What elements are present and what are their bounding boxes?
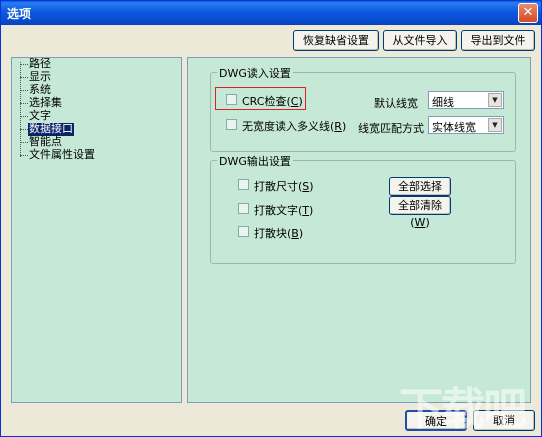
clear-all-button[interactable]: 全部清除(W) <box>389 196 451 229</box>
no-width-polyline-label[interactable]: 无宽度读入多义线(R) <box>242 118 346 134</box>
tree-connector <box>20 116 28 117</box>
explode-text-checkbox[interactable] <box>238 203 249 214</box>
dwg-write-group-title: DWG输出设置 <box>217 153 293 169</box>
explode-dimension-label[interactable]: 打散尺寸(S) <box>254 178 314 194</box>
dwg-read-group-title: DWG读入设置 <box>217 65 293 81</box>
explode-text-label[interactable]: 打散文字(T) <box>254 202 313 218</box>
clear-all-suffix: ) <box>425 216 430 229</box>
no-width-polyline-hotkey: R <box>334 120 342 133</box>
category-tree[interactable]: 路径 显示 系统 选择集 文字 数据接口 智能点 文件属性设置 <box>11 57 182 403</box>
import-from-file-button[interactable]: 从文件导入 <box>383 30 457 51</box>
linewidth-match-select[interactable]: 实体线宽 ▼ <box>428 116 504 134</box>
explode-block-suffix: ) <box>298 227 304 240</box>
explode-dimension-checkbox[interactable] <box>238 179 249 190</box>
tree-connector <box>20 103 28 104</box>
explode-text-text: 打散文字( <box>254 204 303 217</box>
linewidth-match-label: 线宽匹配方式 <box>358 122 424 135</box>
default-linewidth-select[interactable]: 细线 ▼ <box>428 91 504 109</box>
clear-all-hotkey: W <box>414 216 426 229</box>
chevron-down-icon: ▼ <box>488 118 502 132</box>
explode-dimension-suffix: ) <box>309 180 314 193</box>
default-linewidth-value: 细线 <box>432 96 454 109</box>
default-linewidth-label: 默认线宽 <box>374 97 418 110</box>
explode-block-text: 打散块( <box>254 227 292 240</box>
highlight-box <box>215 87 306 110</box>
tree-connector <box>20 77 28 78</box>
explode-text-suffix: ) <box>309 204 314 217</box>
close-icon: ✕ <box>522 5 534 20</box>
export-to-file-button[interactable]: 导出到文件 <box>461 30 535 51</box>
no-width-polyline-checkbox[interactable] <box>226 119 237 130</box>
chevron-down-icon: ▼ <box>488 93 502 107</box>
title-bar[interactable]: 选项 ✕ <box>1 1 541 25</box>
tree-connector <box>20 90 28 91</box>
tree-connector <box>20 155 28 156</box>
restore-defaults-button[interactable]: 恢复缺省设置 <box>293 30 379 51</box>
select-all-button[interactable]: 全部选择(A) <box>389 177 451 210</box>
no-width-polyline-text: 无宽度读入多义线( <box>242 120 335 133</box>
linewidth-match-value: 实体线宽 <box>432 121 476 134</box>
tree-connector <box>20 142 28 143</box>
options-dialog: 选项 ✕ 恢复缺省设置 从文件导入 导出到文件 路径 显示 系统 选择集 文字 … <box>0 0 542 437</box>
window-title: 选项 <box>7 7 32 21</box>
tree-item-file-properties[interactable]: 文件属性设置 <box>28 149 96 162</box>
tree-connector <box>20 64 28 65</box>
explode-dimension-text: 打散尺寸( <box>254 180 303 193</box>
close-button[interactable]: ✕ <box>518 3 538 23</box>
dwg-read-group: DWG读入设置 <box>210 65 516 152</box>
no-width-polyline-suffix: ) <box>341 120 347 133</box>
explode-block-checkbox[interactable] <box>238 226 249 237</box>
explode-block-hotkey: B <box>291 227 299 240</box>
tree-connector <box>20 129 28 130</box>
explode-block-label[interactable]: 打散块(B) <box>254 225 303 241</box>
watermark-logo: 下载吧 <box>399 384 527 435</box>
